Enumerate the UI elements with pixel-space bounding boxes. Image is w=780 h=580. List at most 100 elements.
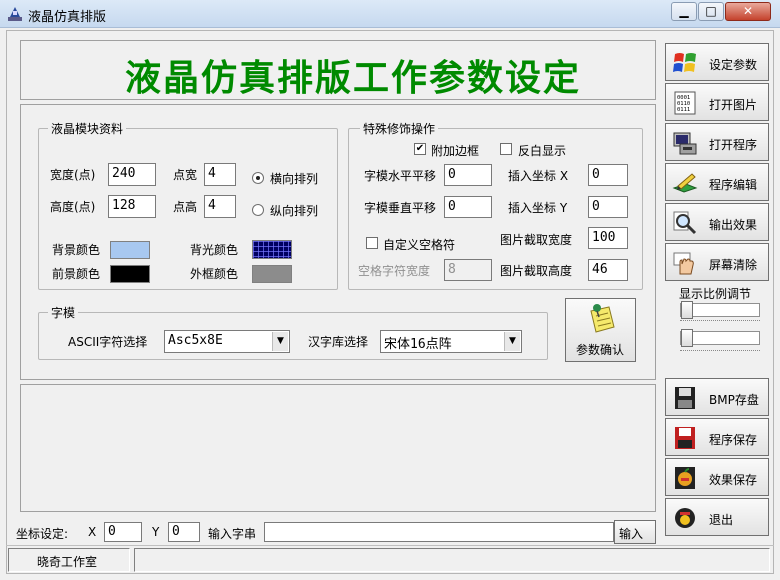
floppy-red-icon xyxy=(675,427,695,449)
exit-icon xyxy=(675,508,695,528)
zoom-slider-1-thumb[interactable] xyxy=(681,301,693,319)
string-input[interactable] xyxy=(264,522,614,542)
output-effect-button[interactable]: 输出效果 xyxy=(665,203,769,241)
clear-screen-label: 屏幕清除 xyxy=(709,258,758,272)
hanzi-label: 汉字库选择 xyxy=(308,335,369,349)
magnifier-icon xyxy=(673,211,697,235)
status-pane-empty xyxy=(134,548,770,572)
output-panel xyxy=(20,384,656,512)
input-submit-label: 输入 xyxy=(619,527,644,541)
window-title: 液晶仿真排版 xyxy=(28,10,107,25)
dot-height-input[interactable]: 4 xyxy=(204,195,236,218)
bg-color-swatch[interactable] xyxy=(110,241,150,259)
insert-y-label: 插入坐标 Y xyxy=(508,201,568,215)
fg-color-swatch[interactable] xyxy=(110,265,150,283)
coord-y-input[interactable]: 0 xyxy=(168,522,200,542)
exit-label: 退出 xyxy=(709,513,734,527)
lcd-module-legend: 液晶模块资料 xyxy=(48,120,127,137)
border-color-label: 外框颜色 xyxy=(190,267,239,281)
status-text: 晓奇工作室 xyxy=(37,555,98,569)
effect-save-button[interactable]: 效果保存 xyxy=(665,458,769,496)
horizontal-label: 横向排列 xyxy=(270,172,319,186)
v-shift-label: 字模垂直平移 xyxy=(364,201,437,215)
app-icon xyxy=(8,7,22,21)
program-save-button[interactable]: 程序保存 xyxy=(665,418,769,456)
insert-y-input[interactable]: 0 xyxy=(588,196,628,218)
title-bar: 液晶仿真排版 ▁ □ ✕ xyxy=(0,0,780,28)
confirm-button-label: 参数确认 xyxy=(576,343,625,357)
open-image-label: 打开图片 xyxy=(709,98,758,112)
bmp-save-label: BMP存盘 xyxy=(709,393,759,407)
input-submit-button[interactable]: 输入 xyxy=(614,520,656,544)
special-legend: 特殊修饰操作 xyxy=(360,120,439,137)
custom-space-label: 自定义空格符 xyxy=(383,238,456,252)
computer-disk-icon xyxy=(673,132,697,155)
font-legend: 字模 xyxy=(48,304,79,321)
height-input[interactable]: 128 xyxy=(108,195,156,218)
bmp-save-button[interactable]: BMP存盘 xyxy=(665,378,769,416)
zoom-ticks-1 xyxy=(680,320,760,321)
radio-selected-dot xyxy=(256,176,260,180)
effect-save-label: 效果保存 xyxy=(709,473,758,487)
space-width-label: 空格字符宽度 xyxy=(358,264,431,278)
coord-x-label: X xyxy=(88,525,97,539)
confirm-button[interactable]: 参数确认 xyxy=(565,298,636,362)
h-shift-input[interactable]: 0 xyxy=(444,164,492,186)
page-title: 液晶仿真排版工作参数设定 xyxy=(125,57,582,99)
height-label: 高度(点) xyxy=(50,200,96,214)
width-input[interactable]: 240 xyxy=(108,163,156,186)
dot-width-label: 点宽 xyxy=(173,168,198,182)
vertical-label: 纵向排列 xyxy=(270,204,319,218)
zoom-slider-2-thumb[interactable] xyxy=(681,329,693,347)
hanzi-select[interactable]: 宋体16点阵 ▼ xyxy=(380,330,522,353)
crop-height-input[interactable]: 46 xyxy=(588,259,628,281)
close-button[interactable]: ✕ xyxy=(725,2,771,21)
open-program-button[interactable]: 打开程序 xyxy=(665,123,769,161)
fg-color-label: 前景颜色 xyxy=(52,267,101,281)
hanzi-select-value: 宋体16点阵 xyxy=(384,337,452,352)
apple-icon xyxy=(675,467,695,489)
set-params-button[interactable]: 设定参数 xyxy=(665,43,769,81)
crop-width-input[interactable]: 100 xyxy=(588,227,628,249)
insert-x-label: 插入坐标 X xyxy=(508,169,569,183)
invert-checkbox[interactable] xyxy=(500,143,512,155)
clear-screen-button[interactable]: 屏幕清除 xyxy=(665,243,769,281)
horizontal-radio[interactable] xyxy=(252,172,264,184)
chevron-down-icon[interactable]: ▼ xyxy=(272,332,288,351)
insert-x-input[interactable]: 0 xyxy=(588,164,628,186)
maximize-button[interactable]: □ xyxy=(698,2,724,21)
edit-program-label: 程序编辑 xyxy=(709,178,758,192)
floppy-icon xyxy=(675,387,695,409)
add-border-checkbox[interactable]: ✔ xyxy=(414,143,426,155)
check-mark-icon: ✔ xyxy=(415,143,425,154)
svg-text:0111: 0111 xyxy=(677,107,690,113)
edit-program-button[interactable]: 程序编辑 xyxy=(665,163,769,201)
border-color-swatch[interactable] xyxy=(252,265,292,283)
crop-height-label: 图片截取高度 xyxy=(500,264,573,278)
open-image-button[interactable]: 0001 0110 0111 打开图片 xyxy=(665,83,769,121)
chevron-down-icon[interactable]: ▼ xyxy=(504,332,520,351)
string-input-label: 输入字串 xyxy=(208,527,257,541)
coord-x-input[interactable]: 0 xyxy=(104,522,142,542)
h-shift-label: 字模水平平移 xyxy=(364,169,437,183)
zoom-slider-1[interactable] xyxy=(680,301,760,319)
space-width-input[interactable]: 8 xyxy=(444,259,492,281)
exit-button[interactable]: 退出 xyxy=(665,498,769,536)
coord-y-label: Y xyxy=(152,525,160,539)
ascii-select[interactable]: Asc5x8E ▼ xyxy=(164,330,290,353)
minimize-button[interactable]: ▁ xyxy=(671,2,697,21)
notepad-pin-icon xyxy=(590,304,615,333)
v-shift-input[interactable]: 0 xyxy=(444,196,492,218)
program-save-label: 程序保存 xyxy=(709,433,758,447)
ascii-select-value: Asc5x8E xyxy=(168,333,223,348)
open-program-label: 打开程序 xyxy=(709,138,758,152)
custom-space-checkbox[interactable] xyxy=(366,237,378,249)
hand-clear-icon xyxy=(673,252,694,275)
vertical-radio[interactable] xyxy=(252,204,264,216)
zoom-label: 显示比例调节 xyxy=(679,287,752,301)
dot-width-input[interactable]: 4 xyxy=(204,163,236,186)
backlight-color-swatch[interactable] xyxy=(252,240,292,259)
dot-height-label: 点高 xyxy=(173,200,198,214)
output-effect-label: 输出效果 xyxy=(709,218,758,232)
zoom-slider-2[interactable] xyxy=(680,329,760,347)
